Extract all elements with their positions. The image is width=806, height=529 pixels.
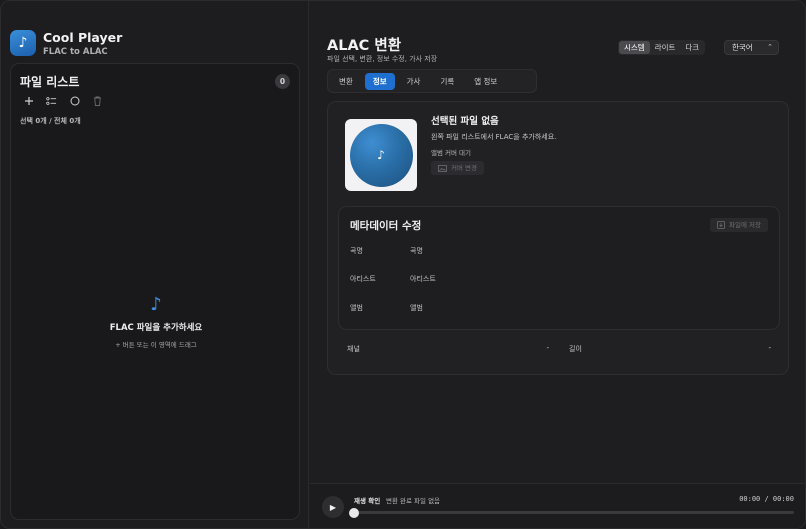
save-icon [717,221,725,229]
add-icon[interactable] [23,95,34,106]
play-button[interactable]: ▶ [322,496,344,518]
music-note-icon: ♪ [150,294,162,315]
length-value: - [768,344,771,352]
app-subtitle: FLAC to ALAC [43,47,108,57]
metadata-row-title: 곡명 곡명 [350,246,650,258]
main-content: ALAC 변환 파일 선택, 변환, 정보 수정, 가사 저장 시스템 라이트 … [310,1,805,528]
save-to-file-label: 파일에 저장 [729,221,761,229]
tab-lyrics[interactable]: 가사 [399,73,429,90]
tab-bar: 변환 정보 가사 기록 앱 정보 [327,69,537,93]
selection-info: 선택 0개 / 전체 0개 [20,117,81,125]
channel-label: 채널 [347,345,360,353]
metadata-row-artist: 아티스트 아티스트 [350,274,650,286]
channel-stat: 채널 - [347,344,549,354]
chevron-updown-icon: ⌃ [767,43,773,51]
player-status: 변환 완료 파일 없음 [386,497,441,505]
change-cover-label: 커버 변경 [451,164,477,172]
music-note-icon: ♪ [10,30,36,56]
file-list-toolbar [23,95,103,106]
album-field[interactable]: 앨범 [410,303,610,313]
selected-file-description: 왼쪽 파일 리스트에서 FLAC을 추가하세요. [431,133,557,141]
theme-option-dark[interactable]: 다크 [680,41,704,54]
metadata-panel: 메타데이터 수정 파일에 저장 곡명 곡명 아티스트 아티스트 앨범 앨범 [338,206,780,330]
tab-app-info[interactable]: 앱 정보 [466,73,505,90]
player-label: 재생 확인 [354,497,381,505]
file-count-badge: 0 [275,74,290,89]
tab-history[interactable]: 기록 [432,73,462,90]
page-subtitle: 파일 선택, 변환, 정보 수정, 가사 저장 [327,55,438,63]
language-value: 한국어 [732,43,753,52]
page-title: ALAC 변환 [327,38,402,54]
theme-option-light[interactable]: 라이트 [650,41,681,54]
play-icon: ▶ [329,502,337,512]
title-field[interactable]: 곡명 [410,246,610,256]
music-note-icon: ♪ [349,123,413,187]
theme-option-system[interactable]: 시스템 [619,41,650,54]
image-icon [438,164,447,172]
selected-file-title: 선택된 파일 없음 [431,116,499,127]
change-cover-button[interactable]: 커버 변경 [431,161,484,175]
language-select[interactable]: 한국어 ⌃ [724,40,779,55]
field-label-artist: 아티스트 [350,275,376,283]
trash-icon[interactable] [92,95,103,106]
empty-state-hint: + 버튼 또는 이 영역에 드래그 [115,341,197,349]
app-window: ♪ Cool Player FLAC to ALAC 파일 리스트 0 선택 0… [0,0,806,529]
album-cover: ♪ [345,119,417,191]
select-list-icon[interactable] [46,95,57,106]
channel-value: - [546,344,549,352]
circle-icon[interactable] [69,95,80,106]
tab-convert[interactable]: 변환 [331,73,361,90]
tab-info[interactable]: 정보 [364,72,395,90]
progress-knob[interactable] [349,508,359,518]
save-to-file-button[interactable]: 파일에 저장 [710,218,768,232]
file-list-title: 파일 리스트 [20,75,80,89]
cover-status: 앨범 커버 대기 [431,149,472,157]
field-label-title: 곡명 [350,247,363,255]
player-time: 00:00 / 00:00 [739,495,794,503]
theme-segmented-control: 시스템 라이트 다크 [618,40,706,55]
empty-state-title: FLAC 파일을 추가하세요 [109,323,203,333]
length-stat: 길이 - [569,344,771,354]
artist-field[interactable]: 아티스트 [410,274,610,284]
player-bar: ▶ 재생 확인 변환 완료 파일 없음 00:00 / 00:00 [310,483,805,528]
metadata-row-album: 앨범 앨범 [350,303,650,315]
info-card: ♪ 선택된 파일 없음 왼쪽 파일 리스트에서 FLAC을 추가하세요. 앨범 … [327,101,789,375]
file-list-panel[interactable]: 파일 리스트 0 선택 0개 / 전체 0개 ♪ FLAC 파일을 추가하세요 … [10,63,300,520]
length-label: 길이 [569,345,582,353]
empty-state: ♪ FLAC 파일을 추가하세요 + 버튼 또는 이 영역에 드래그 [11,294,301,350]
metadata-title: 메타데이터 수정 [350,220,422,232]
progress-track[interactable] [354,511,794,514]
sidebar: ♪ Cool Player FLAC to ALAC 파일 리스트 0 선택 0… [1,1,309,528]
field-label-album: 앨범 [350,304,363,312]
app-title: Cool Player [43,30,123,45]
